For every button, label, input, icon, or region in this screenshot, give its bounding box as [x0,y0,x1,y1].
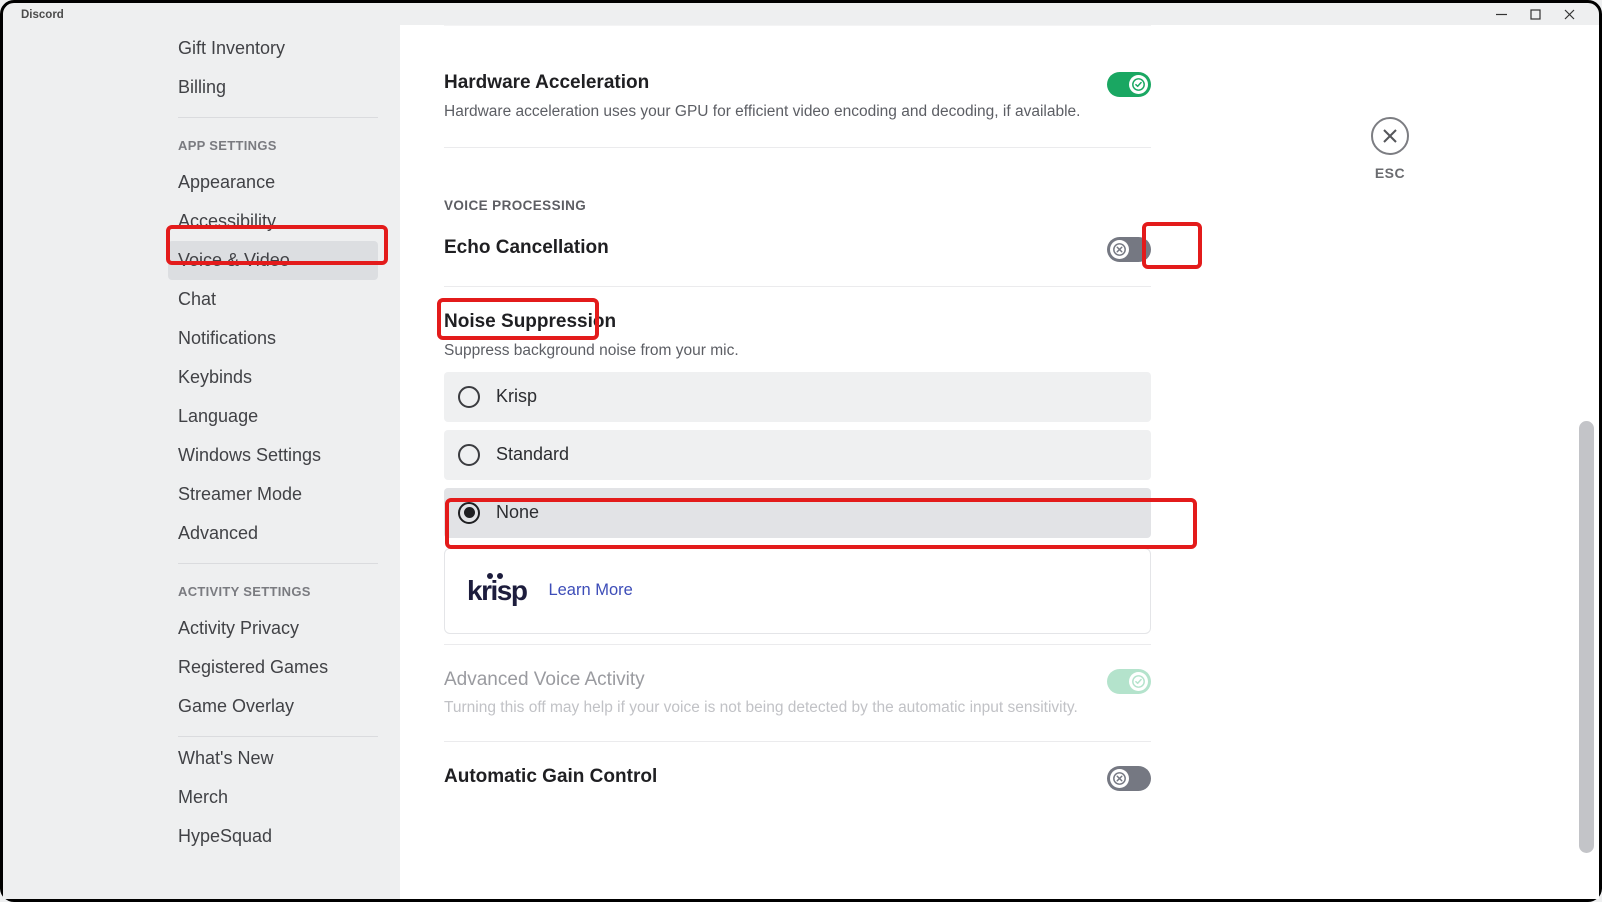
radio-label: Standard [496,444,569,465]
sidebar-item[interactable]: Advanced [178,514,390,553]
sidebar-item[interactable]: Billing [178,68,390,107]
divider [178,117,378,118]
sidebar-item[interactable]: HypeSquad [178,817,390,856]
close-settings: ESC [1371,117,1409,181]
sidebar-item[interactable]: What's New [178,739,390,778]
radio-label: Krisp [496,386,537,407]
setting-hardware-accel: Hardware Acceleration Hardware accelerat… [444,72,1151,123]
setting-desc: Suppress background noise from your mic. [444,341,1151,362]
sidebar-item[interactable]: Gift Inventory [178,29,390,68]
sidebar-item[interactable]: Windows Settings [178,436,390,475]
divider [178,736,378,737]
sidebar-header-app: APP SETTINGS [178,120,390,163]
close-button[interactable] [1371,117,1409,155]
titlebar: Discord [3,3,1599,25]
setting-title: Hardware Acceleration [444,72,1107,94]
toggle-hardware-accel[interactable] [1107,72,1151,97]
sidebar-item[interactable]: Keybinds [178,358,390,397]
setting-desc: Turning this off may help if your voice … [444,699,1107,717]
sidebar-item[interactable]: Game Overlay [178,687,390,726]
setting-noise-title: Noise Suppression [444,311,616,333]
setting-adv-voice: Advanced Voice Activity Turning this off… [444,669,1151,717]
krisp-logo: krisp [467,575,526,607]
setting-title: Automatic Gain Control [444,766,657,788]
toggle-echo-cancel[interactable] [1107,237,1151,262]
sidebar-item[interactable]: Streamer Mode [178,475,390,514]
sidebar-item[interactable]: Language [178,397,390,436]
radio-icon [458,386,480,408]
radio-option[interactable]: Krisp [444,372,1151,422]
scrollbar-thumb[interactable] [1579,421,1594,853]
setting-agc: Automatic Gain Control [444,766,1151,791]
toggle-agc[interactable] [1107,766,1151,791]
radio-option[interactable]: None [444,488,1151,538]
setting-echo-cancel: Echo Cancellation [444,237,1151,262]
radio-icon [458,502,480,524]
sidebar-item[interactable]: Chat [178,280,390,319]
setting-title: Echo Cancellation [444,237,609,259]
radio-icon [458,444,480,466]
toggle-adv-voice[interactable] [1107,669,1151,694]
setting-title: Advanced Voice Activity [444,669,1107,691]
sidebar-item[interactable]: Accessibility [178,202,390,241]
app-name: Discord [11,7,64,21]
sidebar-item[interactable]: Appearance [178,163,390,202]
sidebar-header-activity: ACTIVITY SETTINGS [178,566,390,609]
sidebar-item[interactable]: Notifications [178,319,390,358]
window-controls [1485,3,1591,25]
sidebar-item[interactable]: Voice & Video [168,241,378,280]
minimize-button[interactable] [1485,3,1517,25]
sidebar-item[interactable]: Registered Games [178,648,390,687]
section-header-voice: VOICE PROCESSING [444,198,1151,213]
sidebar-item[interactable]: Activity Privacy [178,609,390,648]
divider [178,563,378,564]
maximize-button[interactable] [1519,3,1551,25]
close-window-button[interactable] [1553,3,1585,25]
settings-content: Hardware Acceleration Hardware accelerat… [400,25,1599,899]
radio-label: None [496,502,539,523]
learn-more-link[interactable]: Learn More [548,581,632,600]
setting-desc: Hardware acceleration uses your GPU for … [444,102,1107,123]
scrollbar[interactable] [1579,25,1594,896]
esc-label: ESC [1375,165,1405,181]
radio-option[interactable]: Standard [444,430,1151,480]
settings-sidebar: Gift InventoryBilling APP SETTINGS Appea… [3,25,400,899]
sidebar-item[interactable]: Merch [178,778,390,817]
krisp-promo: krisp Learn More [444,548,1151,634]
